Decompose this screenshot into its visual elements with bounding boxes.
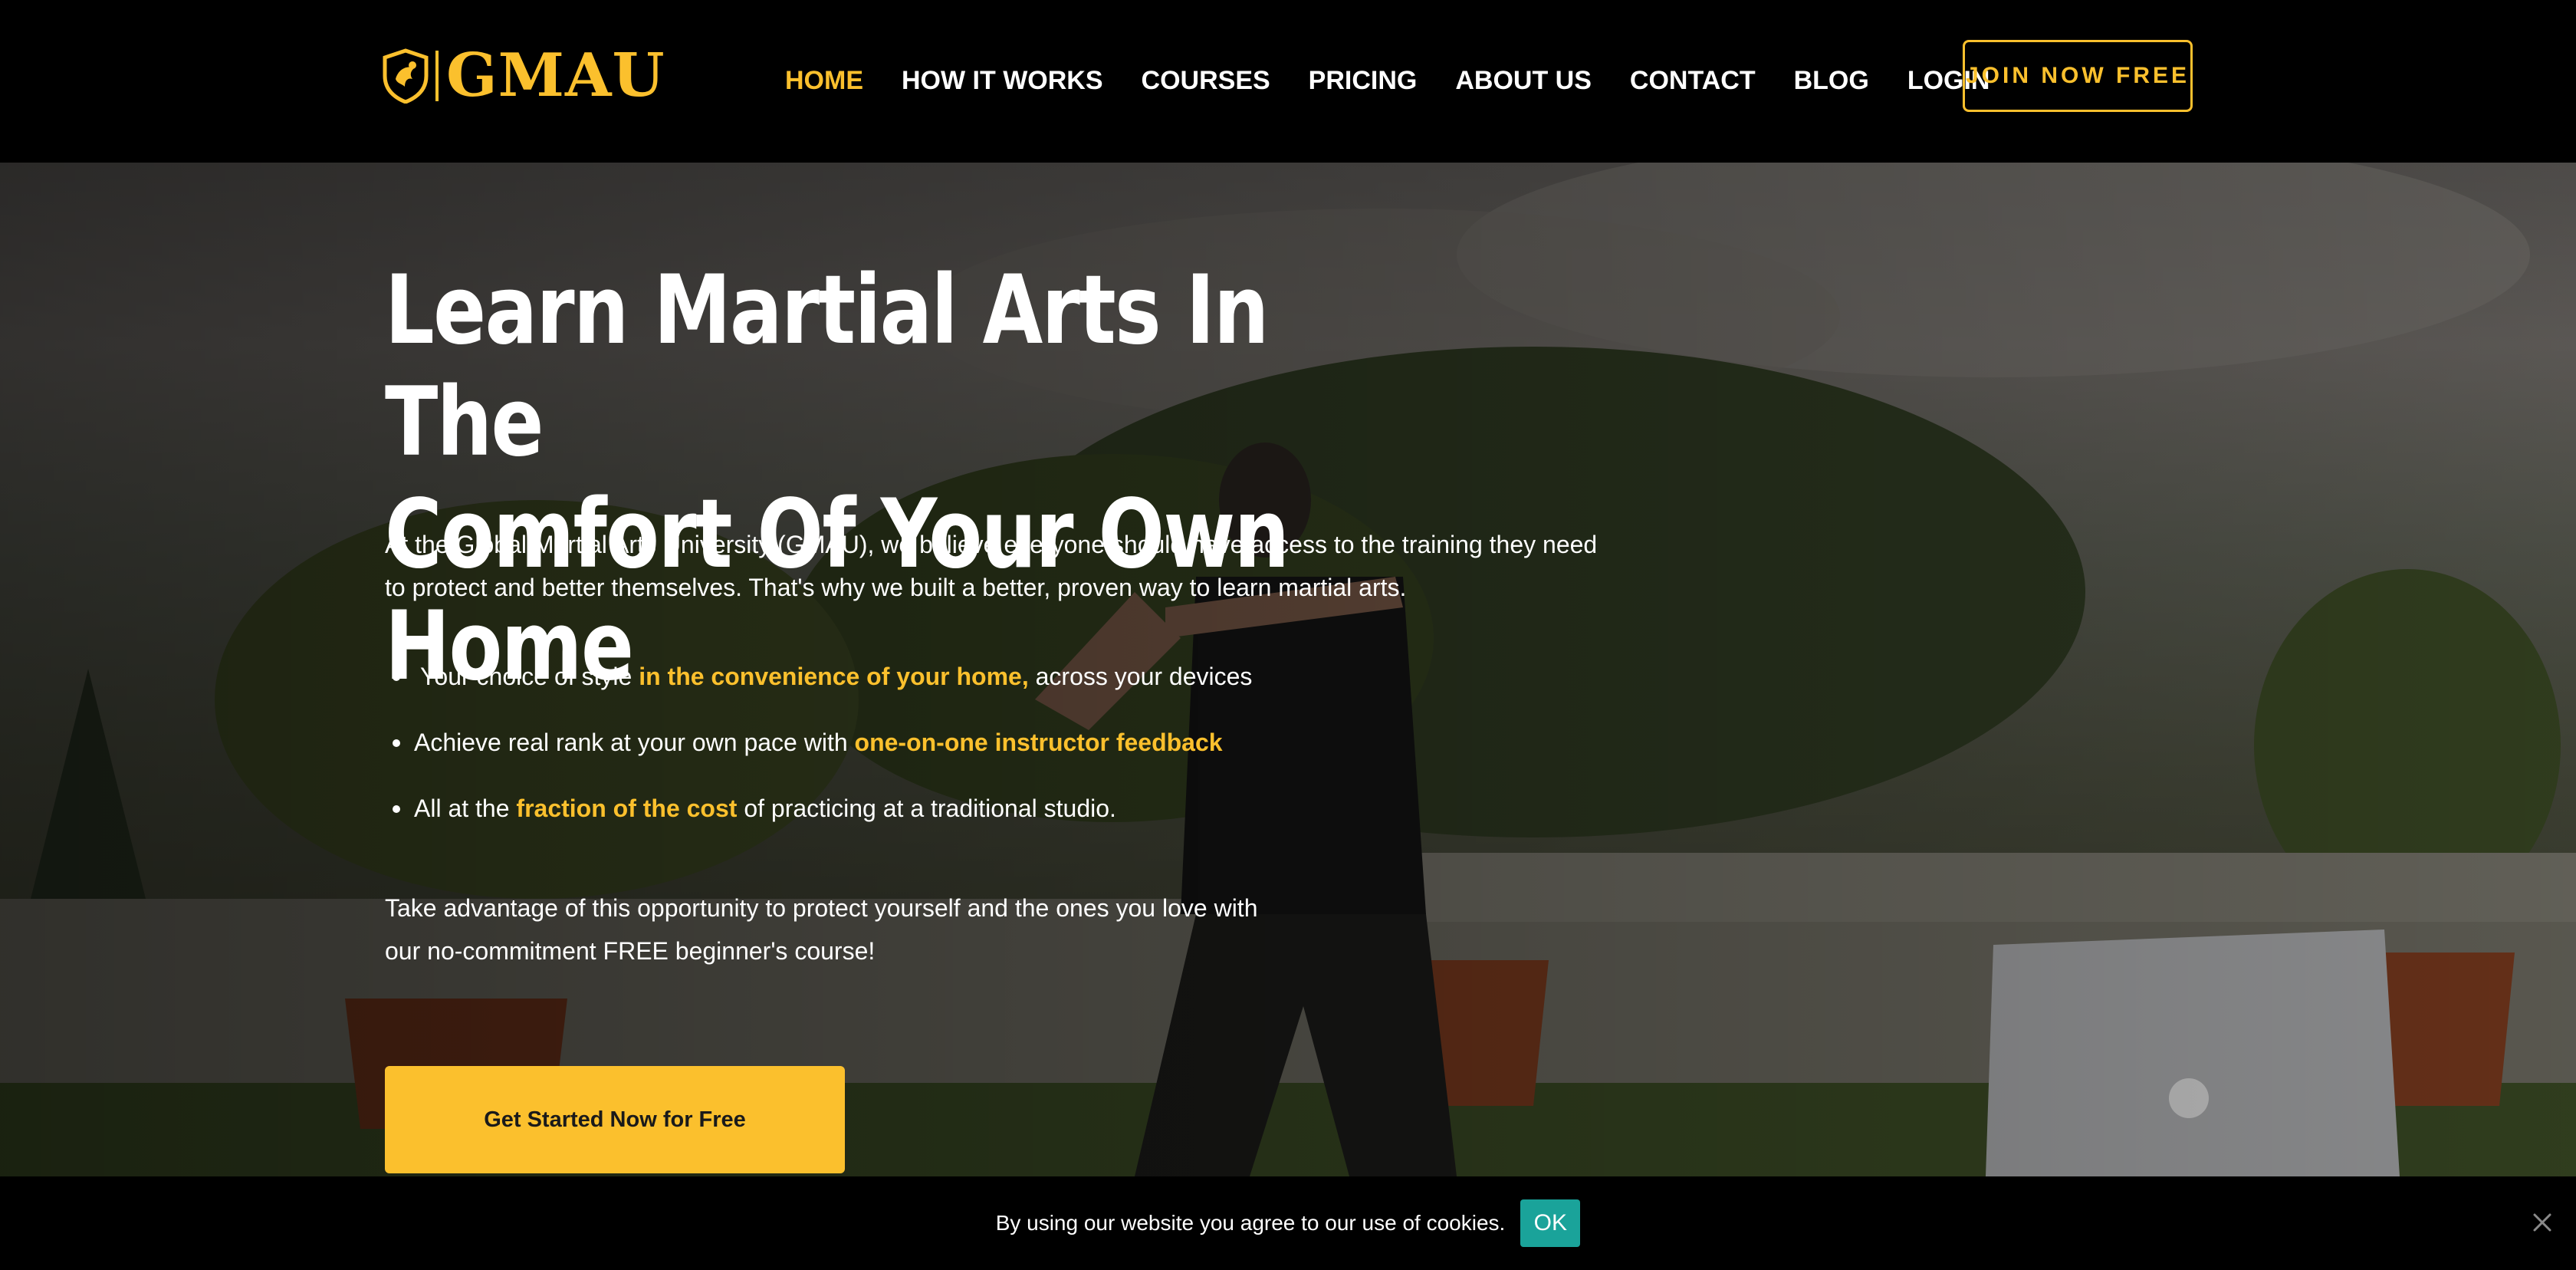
hero-cta-text-line-2: our no-commitment FREE beginner's course… <box>385 937 876 965</box>
hero-intro: At the Global Martial Arts University (G… <box>385 523 1612 609</box>
benefit-item: Achieve real rank at your own pace with … <box>385 725 1612 759</box>
hero-intro-line-2: to protect and better themselves. That's… <box>385 574 1407 601</box>
hero-cta-text: Take advantage of this opportunity to pr… <box>385 887 1382 972</box>
site-header: GMAU HOME HOW IT WORKS COURSES PRICING A… <box>0 0 2576 163</box>
get-started-button[interactable]: Get Started Now for Free <box>385 1066 845 1173</box>
cookie-ok-button[interactable]: OK <box>1520 1199 1581 1247</box>
benefit-list: Your choice of style in the convenience … <box>385 660 1612 857</box>
nav-item-pricing[interactable]: PRICING <box>1309 66 1418 96</box>
nav-item-home[interactable]: HOME <box>785 66 863 96</box>
hero-title-line-1: Learn Martial Arts In The <box>385 255 1269 478</box>
benefit-highlight: one-on-one instructor feedback <box>854 729 1223 756</box>
hero-cta-text-line-1: Take advantage of this opportunity to pr… <box>385 894 1258 922</box>
logo-divider <box>435 51 439 101</box>
benefit-item: All at the fraction of the cost of pract… <box>385 791 1612 825</box>
benefit-item: Your choice of style in the convenience … <box>385 660 1612 693</box>
cookie-consent-bar: By using our website you agree to our us… <box>0 1176 2576 1270</box>
benefit-highlight: in the convenience of your home, <box>639 663 1029 690</box>
nav-item-about-us[interactable]: ABOUT US <box>1455 66 1592 96</box>
hero-section: Learn Martial Arts In The Comfort Of You… <box>0 163 2576 1176</box>
nav-item-courses[interactable]: COURSES <box>1142 66 1270 96</box>
gmau-logo[interactable]: GMAU <box>382 41 665 110</box>
main-nav: HOME HOW IT WORKS COURSES PRICING ABOUT … <box>785 61 1990 100</box>
nav-item-blog[interactable]: BLOG <box>1794 66 1869 96</box>
close-icon[interactable] <box>2527 1207 2558 1238</box>
join-now-free-button[interactable]: JOIN NOW FREE <box>1963 40 2193 112</box>
benefit-highlight: fraction of the cost <box>516 795 738 822</box>
cookie-notice-text: By using our website you agree to our us… <box>995 1211 1506 1235</box>
nav-item-contact[interactable]: CONTACT <box>1630 66 1756 96</box>
hero-intro-line-1: At the Global Martial Arts University (G… <box>385 531 1598 558</box>
hero-title: Learn Martial Arts In The Comfort Of You… <box>385 255 1328 702</box>
logo-text: GMAU <box>446 41 665 110</box>
shield-logo-icon <box>383 48 429 104</box>
nav-item-how-it-works[interactable]: HOW IT WORKS <box>902 66 1103 96</box>
